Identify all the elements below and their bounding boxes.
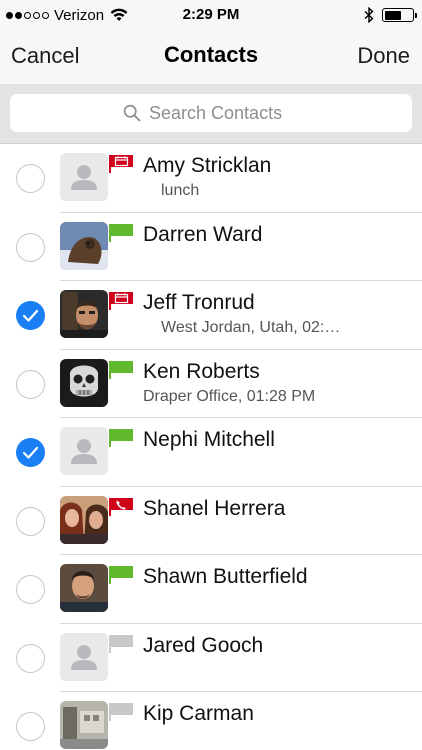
contact-name: Jeff Tronrud	[143, 291, 255, 314]
avatar	[60, 290, 108, 338]
status-right	[364, 6, 417, 24]
contact-list: Amy Stricklan lunch Darren Ward Jeff Tronru…	[0, 144, 422, 750]
battery-icon	[382, 8, 417, 22]
available-status-flag-icon	[109, 360, 133, 379]
available-status-flag-icon	[109, 429, 133, 447]
contact-name: Kip Carman	[143, 702, 254, 725]
navigation-bar: Cancel Contacts Done	[0, 30, 422, 84]
search-input[interactable]	[149, 102, 299, 124]
contact-row[interactable]: Jared Gooch	[0, 624, 422, 692]
contact-name: Darren Ward	[143, 222, 263, 246]
avatar	[60, 358, 108, 407]
bluetooth-icon	[364, 7, 374, 23]
search-box[interactable]	[10, 94, 412, 132]
contact-row[interactable]: Darren Ward	[0, 213, 422, 281]
contact-name: Jared Gooch	[143, 633, 264, 657]
status-time: 2:29 PM	[182, 6, 240, 23]
avatar	[60, 564, 108, 612]
busy-status-flag-icon	[109, 155, 133, 173]
select-checkbox[interactable]	[16, 643, 45, 673]
contact-row[interactable]: Shanel Herrera	[0, 487, 422, 555]
available-status-flag-icon	[109, 223, 133, 242]
avatar-placeholder-icon	[60, 427, 108, 475]
select-checkbox[interactable]	[16, 164, 45, 193]
busy-status-flag-icon	[109, 292, 133, 310]
avatar	[60, 221, 108, 270]
contact-row[interactable]: Shawn Butterfield	[0, 555, 422, 624]
search-bar	[0, 84, 422, 144]
select-checkbox[interactable]	[16, 712, 45, 741]
offline-status-flag-icon	[109, 634, 133, 653]
select-checkbox[interactable]	[16, 232, 45, 262]
battery-level	[384, 10, 401, 20]
contact-row[interactable]: Kip Carman	[0, 692, 422, 750]
avatar	[60, 701, 108, 749]
avatar-placeholder-icon	[60, 153, 108, 201]
contact-detail: Draper Office, 01:28 PM	[143, 387, 316, 405]
contact-row[interactable]: Ken Roberts Draper Office, 01:28 PM	[0, 350, 422, 418]
contact-detail: lunch	[161, 182, 200, 199]
avatar	[60, 495, 108, 544]
status-bar: Verizon 2:29 PM	[0, 0, 422, 30]
busy-status-flag-icon	[109, 497, 133, 516]
contact-name: Shanel Herrera	[143, 496, 286, 520]
selected-checkbox[interactable]	[16, 438, 45, 467]
contact-detail: West Jordan, Utah, 02:…	[161, 319, 341, 336]
selected-checkbox[interactable]	[16, 301, 45, 330]
checkmark-icon	[22, 309, 39, 322]
search-icon	[123, 104, 141, 122]
done-button[interactable]: Done	[357, 43, 410, 69]
checkmark-icon	[22, 446, 39, 459]
available-status-flag-icon	[109, 566, 133, 584]
contact-row[interactable]: Nephi Mitchell	[0, 418, 422, 487]
select-checkbox[interactable]	[16, 575, 45, 604]
avatar-placeholder-icon	[60, 632, 108, 681]
contact-name: Ken Roberts	[143, 359, 260, 383]
contact-row[interactable]: Amy Stricklan lunch	[0, 144, 422, 213]
contact-name: Amy Stricklan	[143, 154, 272, 177]
offline-status-flag-icon	[109, 703, 133, 721]
select-checkbox[interactable]	[16, 369, 45, 399]
select-checkbox[interactable]	[16, 506, 45, 536]
contact-name: Shawn Butterfield	[143, 565, 308, 588]
contact-name: Nephi Mitchell	[143, 428, 275, 451]
contact-row[interactable]: Jeff Tronrud West Jordan, Utah, 02:…	[0, 281, 422, 350]
